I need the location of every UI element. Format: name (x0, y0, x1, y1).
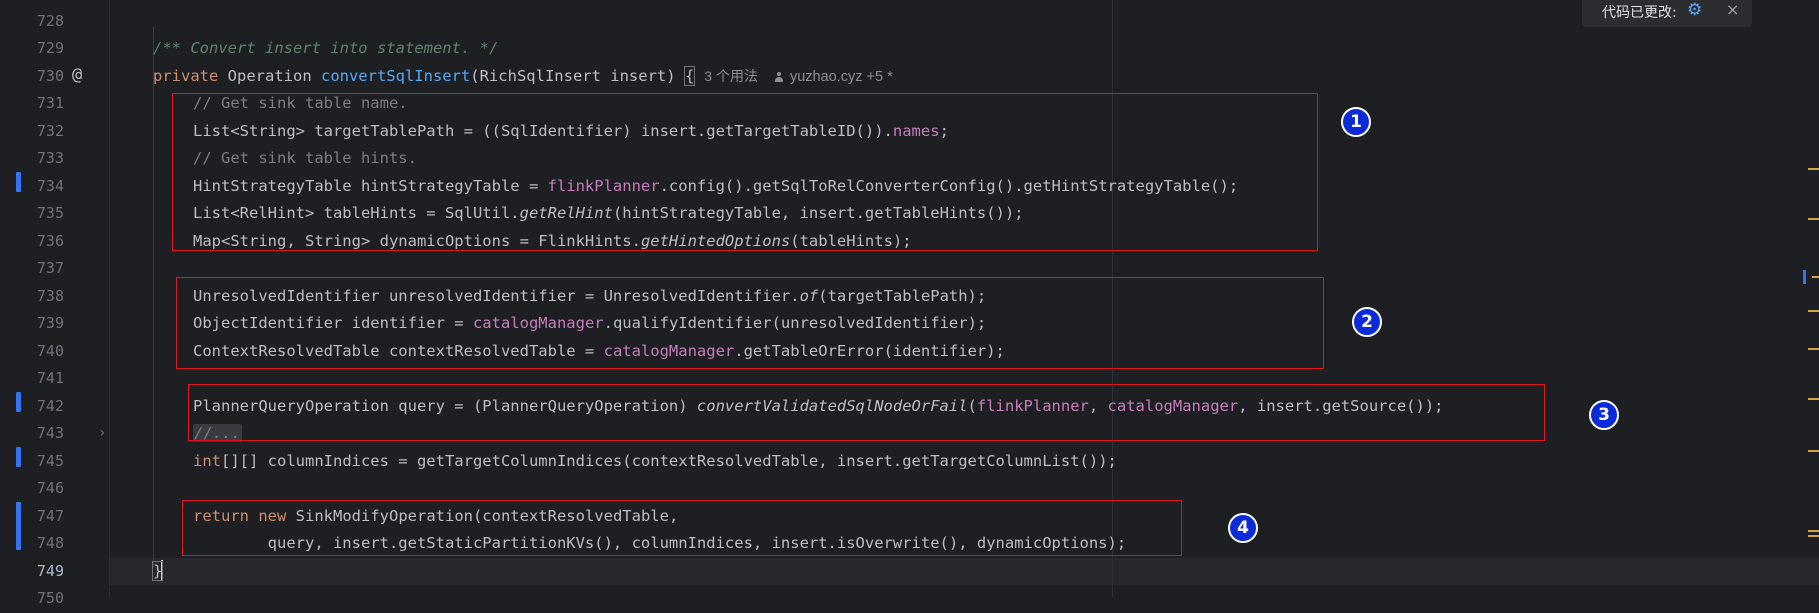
line-number[interactable]: 740 (0, 338, 64, 366)
keyword: int (193, 451, 221, 470)
line-number[interactable]: 730 (0, 63, 64, 91)
line-number[interactable]: 739 (0, 310, 64, 338)
line-number[interactable]: 732 (0, 118, 64, 146)
scrollbar-change-marker[interactable] (1812, 276, 1819, 278)
fold-expand-icon[interactable]: › (98, 420, 106, 448)
annotation-badge-1: 1 (1341, 107, 1371, 137)
scrollbar-change-marker[interactable] (1808, 535, 1819, 537)
override-at-icon[interactable]: @ (72, 62, 82, 90)
line-number[interactable]: 734 (0, 173, 64, 201)
user-icon (774, 71, 784, 82)
code-text: (RichSqlInsert insert) (470, 66, 685, 85)
matched-brace: { (683, 65, 696, 86)
scrollbar-change-marker[interactable] (1808, 450, 1819, 452)
annotation-badge-3: 3 (1589, 400, 1619, 430)
line-number[interactable]: 737 (0, 255, 64, 283)
annotation-box-3 (188, 384, 1545, 441)
code-text: Operation (218, 66, 321, 85)
vcs-modified-marker[interactable] (16, 392, 21, 412)
scrollbar-position-marker[interactable] (1803, 270, 1806, 284)
annotation-box-4 (182, 500, 1182, 556)
code-line-730[interactable]: private Operation convertSqlInsert(RichS… (153, 63, 893, 92)
author-inlay-hint[interactable]: yuzhao.cyz +5 * (774, 69, 893, 85)
usages-inlay-hint[interactable]: 3 个用法 (704, 68, 758, 84)
scrollbar-change-marker[interactable] (1808, 168, 1819, 170)
gutter-separator (109, 0, 110, 597)
scrollbar-change-marker[interactable] (1808, 348, 1819, 350)
code-editor[interactable]: 728 729 730 731 732 733 734 735 736 737 738 739 740 7… (0, 0, 1819, 607)
vcs-modified-marker[interactable] (16, 447, 21, 467)
line-number[interactable]: 742 (0, 393, 64, 421)
line-number[interactable]: 747 (0, 503, 64, 531)
code-line-729[interactable]: /** Convert insert into statement. */ (153, 35, 498, 63)
code-line-749[interactable]: } (151, 558, 164, 586)
line-number[interactable]: 728 (0, 8, 64, 36)
code-changed-notification[interactable]: 代码已更改: ⚙ × (1582, 0, 1752, 27)
line-number[interactable]: 741 (0, 365, 64, 393)
line-number[interactable]: 745 (0, 448, 64, 476)
method-name: convertSqlInsert (320, 66, 471, 85)
code-line-745[interactable]: int[][] columnIndices = getTargetColumnI… (193, 448, 1117, 476)
line-number[interactable]: 738 (0, 283, 64, 311)
author-text: yuzhao.cyz +5 * (789, 68, 893, 85)
vcs-modified-marker[interactable] (16, 172, 21, 192)
current-line-highlight (0, 557, 1819, 585)
scrollbar-change-marker[interactable] (1808, 310, 1819, 312)
doc-comment: /** Convert insert into statement. */ (153, 39, 499, 57)
keyword: private (153, 66, 219, 85)
annotation-badge-4: 4 (1228, 513, 1258, 543)
scrollbar-change-marker[interactable] (1808, 530, 1819, 532)
line-number[interactable]: 746 (0, 475, 64, 503)
line-number[interactable]: 729 (0, 35, 64, 63)
line-number[interactable]: 743 (0, 420, 64, 448)
line-number[interactable]: 731 (0, 90, 64, 118)
annotation-box-2 (176, 277, 1324, 369)
close-icon[interactable]: × (1726, 0, 1739, 19)
notification-text: 代码已更改: (1602, 5, 1677, 21)
line-number[interactable]: 749 (0, 558, 64, 586)
code-text: [][] columnIndices = getTargetColumnIndi… (221, 451, 1117, 470)
indent-guide (153, 27, 154, 567)
annotation-badge-2: 2 (1352, 307, 1382, 337)
settings-sync-icon[interactable]: ⚙ (1687, 0, 1702, 20)
line-number[interactable]: 750 (0, 585, 64, 613)
annotation-box-1 (172, 93, 1318, 251)
line-number[interactable]: 733 (0, 145, 64, 173)
text-cursor (161, 559, 164, 580)
line-number[interactable]: 736 (0, 228, 64, 256)
scrollbar-change-marker[interactable] (1808, 218, 1819, 220)
vcs-modified-marker[interactable] (16, 502, 21, 550)
line-number[interactable]: 735 (0, 200, 64, 228)
line-number[interactable]: 748 (0, 530, 64, 558)
scrollbar-change-marker[interactable] (1808, 398, 1819, 400)
